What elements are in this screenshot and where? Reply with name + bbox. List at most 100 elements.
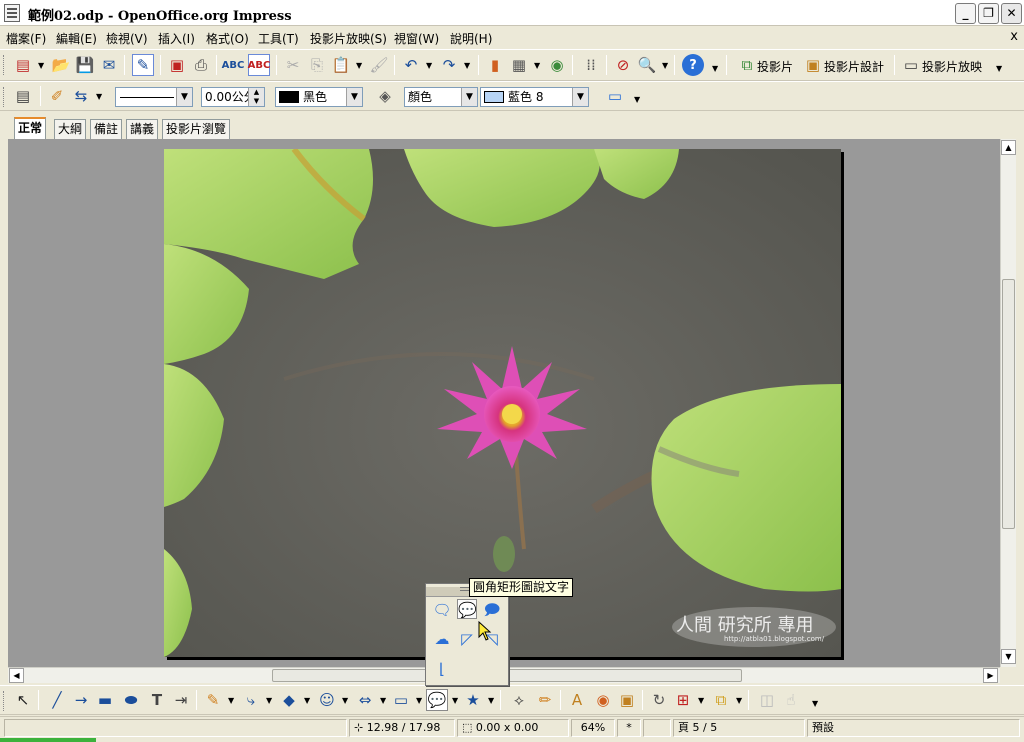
close-button[interactable]: ✕ xyxy=(1001,3,1022,24)
undo-dropdown-arrow[interactable]: ▼ xyxy=(426,61,432,70)
fontwork-icon[interactable]: A xyxy=(566,689,588,711)
menu-slideshow[interactable]: 投影片放映(S) xyxy=(310,30,387,47)
save-icon[interactable]: 💾 xyxy=(74,54,96,76)
chart-icon[interactable]: ▮ xyxy=(484,54,506,76)
line-style-select[interactable]: ▼ xyxy=(115,87,193,107)
menu-edit[interactable]: 編輯(E) xyxy=(56,30,97,47)
slide-button[interactable]: 投影片 xyxy=(757,58,793,75)
line-color-dropdown-arrow[interactable]: ▼ xyxy=(346,88,362,106)
tab-outline[interactable]: 大綱 xyxy=(54,119,87,139)
glue-points-icon[interactable]: ✏ xyxy=(534,689,556,711)
new-dropdown-arrow[interactable]: ▼ xyxy=(38,61,44,70)
close-document-button[interactable]: x xyxy=(1010,29,1018,44)
slide-design-button[interactable]: 投影片設計 xyxy=(824,58,884,75)
menu-file[interactable]: 檔案(F) xyxy=(6,30,46,47)
menu-view[interactable]: 檢視(V) xyxy=(106,30,148,47)
open-folder-icon[interactable]: 📂 xyxy=(50,54,72,76)
stars-icon[interactable]: ★ xyxy=(462,689,484,711)
symbol-shapes-icon[interactable]: ☺ xyxy=(316,689,338,711)
toolbar-overflow-arrow[interactable]: ▼ xyxy=(712,64,718,73)
copy-icon[interactable]: ⎘ xyxy=(306,54,328,76)
line-style-dropdown-arrow[interactable]: ▼ xyxy=(176,88,192,106)
redo-icon[interactable]: ↷ xyxy=(438,54,460,76)
basic-shapes-dropdown-arrow[interactable]: ▼ xyxy=(304,696,310,705)
flowchart-dropdown-arrow[interactable]: ▼ xyxy=(416,696,422,705)
rotate-icon[interactable]: ↻ xyxy=(648,689,670,711)
select-pointer-icon[interactable]: ↖ xyxy=(12,689,34,711)
callouts-dropdown-arrow[interactable]: ▼ xyxy=(452,696,458,705)
email-icon[interactable]: ✉ xyxy=(98,54,120,76)
navigator-icon[interactable]: ⊘ xyxy=(612,54,634,76)
cloud-callout-icon[interactable]: ☁ xyxy=(432,629,452,649)
menu-insert[interactable]: 插入(I) xyxy=(158,30,195,47)
signature-field[interactable] xyxy=(643,719,671,737)
zoom-dropdown-arrow[interactable]: ▼ xyxy=(662,61,668,70)
round-callout-icon[interactable]: 🗩 xyxy=(482,600,502,620)
line-callout-3-icon[interactable]: ⌊ xyxy=(432,659,452,679)
text-tool-icon[interactable]: T xyxy=(146,689,168,711)
area-style-select[interactable]: 顏色 ▼ xyxy=(404,87,478,107)
scroll-left-button[interactable]: ◀ xyxy=(9,668,24,683)
line-tool-icon[interactable]: ╱ xyxy=(46,689,68,711)
image-icon[interactable]: ◉ xyxy=(546,54,568,76)
arrange-icon[interactable]: ⧉ xyxy=(710,689,732,711)
basic-shapes-icon[interactable]: ◆ xyxy=(278,689,300,711)
zoom-level[interactable]: 64% xyxy=(571,719,615,737)
curve-dropdown-arrow[interactable]: ▼ xyxy=(228,696,234,705)
menu-window[interactable]: 視窗(W) xyxy=(394,30,439,47)
tab-slide-sorter[interactable]: 投影片瀏覽 xyxy=(162,119,231,139)
table-icon[interactable]: ▦ xyxy=(508,54,530,76)
scroll-right-button[interactable]: ▶ xyxy=(983,668,998,683)
grid-icon[interactable]: ⁞⁞ xyxy=(580,54,602,76)
area-color-select[interactable]: 藍色 8 ▼ xyxy=(480,87,589,107)
rectangle-icon[interactable]: ▬ xyxy=(94,689,116,711)
toolbar-overflow-arrow[interactable]: ▼ xyxy=(634,95,640,104)
from-file-icon[interactable]: ◉ xyxy=(592,689,614,711)
format-paintbrush-icon[interactable]: 🖌 xyxy=(368,54,390,76)
arrow-style-icon[interactable]: ⇆ xyxy=(70,85,92,107)
align-icon[interactable]: ⊞ xyxy=(672,689,694,711)
symbol-shapes-dropdown-arrow[interactable]: ▼ xyxy=(342,696,348,705)
table-dropdown-arrow[interactable]: ▼ xyxy=(534,61,540,70)
undo-icon[interactable]: ↶ xyxy=(400,54,422,76)
maximize-button[interactable]: ❐ xyxy=(978,3,999,24)
scroll-down-button[interactable]: ▼ xyxy=(1001,649,1016,664)
toolbar-grip[interactable] xyxy=(3,55,6,75)
toolbar-overflow-arrow[interactable]: ▼ xyxy=(996,64,1002,73)
scroll-up-button[interactable]: ▲ xyxy=(1001,140,1016,155)
tab-notes[interactable]: 備註 xyxy=(90,119,123,139)
ellipse-icon[interactable]: ⬬ xyxy=(120,689,142,711)
tab-normal[interactable]: 正常 xyxy=(14,117,47,139)
line-callout-1-icon[interactable]: ◸ xyxy=(457,629,477,649)
line-width-field[interactable]: 0.00公分 ▲ ▼ xyxy=(201,87,265,107)
help-icon[interactable]: ? xyxy=(682,54,704,76)
menu-tools[interactable]: 工具(T) xyxy=(258,30,299,47)
callouts-icon[interactable]: 💬 xyxy=(426,689,448,711)
spellcheck-icon[interactable]: ABC xyxy=(222,54,245,76)
line-width-spinner[interactable]: ▲ ▼ xyxy=(248,88,264,106)
rounded-rectangular-callout-icon[interactable]: 💬 xyxy=(457,599,477,619)
interaction-icon[interactable]: ☝ xyxy=(780,689,802,711)
points-icon[interactable]: ⟡ xyxy=(508,689,530,711)
line-icon[interactable]: ✐ xyxy=(46,85,68,107)
tab-handout[interactable]: 講義 xyxy=(126,119,159,139)
shadow-icon[interactable]: ▭ xyxy=(604,85,626,107)
vertical-scrollbar[interactable]: ▲ ▼ xyxy=(1000,139,1016,667)
new-document-icon[interactable]: ▤ xyxy=(12,54,34,76)
paste-dropdown-arrow[interactable]: ▼ xyxy=(356,61,362,70)
minimize-button[interactable]: _ xyxy=(955,3,976,24)
paste-icon[interactable]: 📋 xyxy=(330,54,352,76)
rectangular-callout-icon[interactable]: 🗨 xyxy=(432,600,452,620)
edit-file-icon[interactable]: ✎ xyxy=(132,54,154,76)
vertical-text-icon[interactable]: ⇥ xyxy=(170,689,192,711)
align-dropdown-arrow[interactable]: ▼ xyxy=(698,696,704,705)
curve-icon[interactable]: ✎ xyxy=(202,689,224,711)
gallery-icon[interactable]: ▣ xyxy=(616,689,638,711)
menu-format[interactable]: 格式(O) xyxy=(206,30,249,47)
area-color-dropdown-arrow[interactable]: ▼ xyxy=(572,88,588,106)
stars-dropdown-arrow[interactable]: ▼ xyxy=(488,696,494,705)
styles-icon[interactable]: ▤ xyxy=(12,85,34,107)
menu-help[interactable]: 說明(H) xyxy=(450,30,492,47)
arrange-dropdown-arrow[interactable]: ▼ xyxy=(736,696,742,705)
autospellcheck-icon[interactable]: ABC xyxy=(248,54,270,76)
